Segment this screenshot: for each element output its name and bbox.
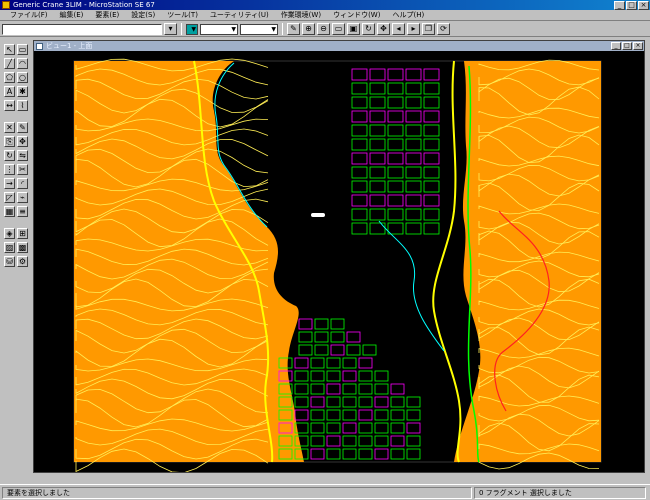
rotate-tool-icon[interactable]: ↻ [4,150,15,161]
measure-icon[interactable]: ⌇ [17,100,28,111]
menu-tools[interactable]: ツール(T) [161,10,204,20]
app-titlebar: Generic Crane 3LIM - MicroStation SE 67 … [0,0,650,10]
menubar: ファイル(F) 編集(E) 要素(E) 設定(S) ツール(T) ユーティリティ… [0,10,650,21]
view-minimize-button[interactable]: _ [611,42,621,50]
menu-file[interactable]: ファイル(F) [4,10,54,20]
menu-window[interactable]: ウィンドウ(W) [327,10,386,20]
level-icon[interactable]: ≡ [17,206,28,217]
dimension-icon[interactable]: ↔ [4,100,15,111]
settings-icon[interactable]: ⚙ [17,256,28,267]
color-picker[interactable] [186,23,198,35]
terrain-right [454,61,601,462]
statusbar: 要素を選択しました 0 フラグメント 選択しました [0,484,650,500]
view-titlebar: ビュー1 - 上面 _ □ × [34,41,644,51]
status-message: 要素を選択しました [2,486,472,499]
menu-edit[interactable]: 編集(E) [54,10,90,20]
line-icon[interactable]: ╱ [4,58,15,69]
zoom-in-icon[interactable]: ⊕ [302,23,315,35]
pattern-icon[interactable]: ▩ [17,242,28,253]
fillet-icon[interactable]: ◜ [17,178,28,189]
text-icon[interactable]: A [4,86,15,97]
close-button[interactable]: × [638,0,649,10]
refresh-icon[interactable]: ⟳ [437,23,450,35]
toolbar-separator [181,23,182,35]
zoom-out-icon[interactable]: ⊖ [317,23,330,35]
cell-icon[interactable]: ✱ [17,86,28,97]
delete-icon[interactable]: ✕ [4,122,15,133]
menu-settings[interactable]: 設定(S) [125,10,161,20]
copy-view-icon[interactable]: ❐ [422,23,435,35]
attributes-toolbar: ▾ ✎ ⊕ ⊖ ▭ ▣ ↻ ✥ ◂ ▸ ❐ ⟳ [0,22,650,37]
reference-icon[interactable]: ⊞ [17,228,28,239]
line-style-dropdown[interactable] [200,23,238,35]
boat-marker [311,213,325,217]
attribute-icon[interactable]: ◈ [4,228,15,239]
view-icon [36,42,43,50]
select-icon[interactable]: ↖ [4,44,15,55]
view-close-button[interactable]: × [633,42,643,50]
view-maximize-button[interactable]: □ [622,42,632,50]
main-tool-palette: ↖ ▭ ╱ ◠ ⬠ ○ A ✱ ↔ ⌇ ✕ ✎ ⎘ ✥ ↻ ⇋ ⋮ ✂ → ◜ ◸ ⌁ ▦ ≡ ◈ ⊞ ▨ ▩ ⛁ ⚙ [0,38,30,483]
minimize-button[interactable]: _ [614,0,625,10]
move-icon[interactable]: ✥ [17,136,28,147]
line-weight-dropdown[interactable] [240,23,278,35]
status-selection: 0 フラグメント 選択しました [474,486,646,499]
polygon-icon[interactable]: ⬠ [4,72,15,83]
menu-workspace[interactable]: 作業環境(W) [275,10,327,20]
pan-icon[interactable]: ✥ [377,23,390,35]
extend-icon[interactable]: → [4,178,15,189]
toolbar-separator [282,23,283,35]
view-title: ビュー1 - 上面 [46,42,93,50]
trim-icon[interactable]: ✂ [17,164,28,175]
menu-help[interactable]: ヘルプ(H) [386,10,430,20]
active-level-field[interactable] [2,23,162,35]
group-icon[interactable]: ▦ [4,206,15,217]
mirror-icon[interactable]: ⇋ [17,150,28,161]
level-picker-button[interactable]: ▾ [164,23,177,35]
modify-icon[interactable]: ✎ [17,122,28,133]
menu-element[interactable]: 要素(E) [89,10,125,20]
arc-icon[interactable]: ◠ [17,58,28,69]
fence-icon[interactable]: ▭ [17,44,28,55]
window-area-icon[interactable]: ▭ [332,23,345,35]
copy-icon[interactable]: ⎘ [4,136,15,147]
raster-icon[interactable]: ▨ [4,242,15,253]
app-icon [2,1,10,9]
view-window[interactable]: ビュー1 - 上面 _ □ × [33,40,645,473]
map-drawing-canvas[interactable] [34,51,644,472]
maximize-button[interactable]: □ [626,0,637,10]
app-title: Generic Crane 3LIM - MicroStation SE 67 [13,1,155,9]
database-icon[interactable]: ⛁ [4,256,15,267]
menu-utilities[interactable]: ユーティリティ(U) [204,10,275,20]
circle-icon[interactable]: ○ [17,72,28,83]
break-icon[interactable]: ⌁ [17,192,28,203]
rotate-icon[interactable]: ↻ [362,23,375,35]
fit-view-icon[interactable]: ▣ [347,23,360,35]
array-icon[interactable]: ⋮ [4,164,15,175]
draw-icon[interactable]: ✎ [287,23,300,35]
view-previous-icon[interactable]: ◂ [392,23,405,35]
chamfer-icon[interactable]: ◸ [4,192,15,203]
view-next-icon[interactable]: ▸ [407,23,420,35]
